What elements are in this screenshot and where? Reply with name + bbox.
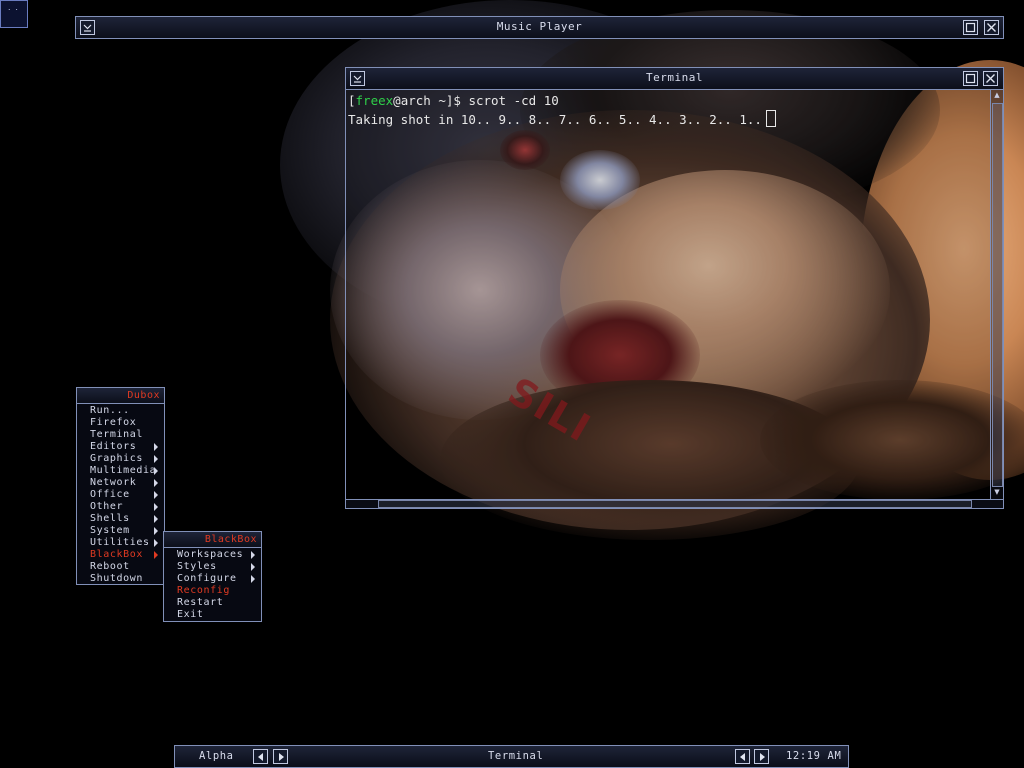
terminal-close-button[interactable] xyxy=(983,71,998,86)
menu-item-network[interactable]: Network xyxy=(90,477,136,489)
desktop[interactable]: SILI ˙ ˙ Music Player Terminal [freex@ar… xyxy=(0,0,1024,768)
triangle-right-icon xyxy=(279,753,284,761)
terminal-output: Taking shot in 10.. 9.. 8.. 7.. 6.. 5.. … xyxy=(348,112,762,127)
blackbox-submenu-title: BlackBox xyxy=(204,534,257,545)
terminal-vertical-scrollbar[interactable]: ▲ ▼ xyxy=(990,90,1003,499)
terminal-prompt-line: [freex@arch ~]$ scrot -cd 10 xyxy=(348,93,559,108)
root-menu-title: Dubox xyxy=(127,390,160,401)
menu-item-utilities[interactable]: Utilities xyxy=(90,537,150,549)
pager-window-indicator: ˙ ˙ xyxy=(7,9,19,19)
toolbar[interactable]: Alpha Terminal 12:19 AM xyxy=(174,745,849,768)
triangle-right-icon xyxy=(251,551,255,559)
next-workspace-button[interactable] xyxy=(273,749,288,764)
triangle-right-icon xyxy=(154,491,158,499)
menu-item-shells[interactable]: Shells xyxy=(90,513,130,525)
terminal-content[interactable]: [freex@arch ~]$ scrot -cd 10 Taking shot… xyxy=(345,90,1004,509)
prev-workspace-button[interactable] xyxy=(253,749,268,764)
triangle-right-icon xyxy=(154,515,158,523)
submenu-item-workspaces[interactable]: Workspaces xyxy=(177,549,243,561)
prev-window-button[interactable] xyxy=(735,749,750,764)
triangle-right-icon xyxy=(251,563,255,571)
focused-window-name[interactable]: Terminal xyxy=(488,750,543,762)
menu-item-run[interactable]: Run... xyxy=(90,405,130,417)
menu-item-graphics[interactable]: Graphics xyxy=(90,453,143,465)
triangle-right-icon xyxy=(154,467,158,475)
triangle-right-icon xyxy=(154,479,158,487)
blackbox-submenu[interactable]: BlackBox Workspaces Styles Configure Rec… xyxy=(163,531,262,622)
scrollbar-thumb[interactable] xyxy=(992,103,1003,487)
menu-item-other[interactable]: Other xyxy=(90,501,123,513)
triangle-right-icon xyxy=(154,503,158,511)
triangle-right-icon xyxy=(760,753,765,761)
triangle-right-icon xyxy=(251,575,255,583)
root-menu[interactable]: Dubox Run... Firefox Terminal Editors Gr… xyxy=(76,387,165,585)
menu-item-multimedia[interactable]: Multimedia xyxy=(90,465,156,477)
menu-item-firefox[interactable]: Firefox xyxy=(90,417,136,429)
root-menu-titlebar: Dubox xyxy=(77,388,164,404)
menu-item-system[interactable]: System xyxy=(90,525,130,537)
terminal-horizontal-scrollbar[interactable] xyxy=(346,499,1003,508)
prompt-user: freex xyxy=(355,93,394,108)
scroll-down-icon[interactable]: ▼ xyxy=(992,487,1002,498)
blackbox-submenu-titlebar: BlackBox xyxy=(164,532,261,548)
terminal-titlebar[interactable]: Terminal xyxy=(345,67,1004,90)
triangle-right-icon xyxy=(154,527,158,535)
menu-item-editors[interactable]: Editors xyxy=(90,441,136,453)
menu-item-office[interactable]: Office xyxy=(90,489,130,501)
menu-item-terminal[interactable]: Terminal xyxy=(90,429,143,441)
terminal-output-line: Taking shot in 10.. 9.. 8.. 7.. 6.. 5.. … xyxy=(348,110,776,127)
triangle-right-icon xyxy=(154,443,158,451)
workspace-name[interactable]: Alpha xyxy=(199,750,234,762)
workspace-pager[interactable]: ˙ ˙ xyxy=(0,0,28,28)
music-player-close-button[interactable] xyxy=(984,20,999,35)
menu-item-shutdown[interactable]: Shutdown xyxy=(90,573,143,585)
terminal-title: Terminal xyxy=(646,71,703,84)
triangle-right-icon xyxy=(154,539,158,547)
triangle-left-icon xyxy=(740,753,745,761)
submenu-item-configure[interactable]: Configure xyxy=(177,573,237,585)
submenu-item-exit[interactable]: Exit xyxy=(177,609,203,621)
horizontal-scrollbar-thumb[interactable] xyxy=(378,500,972,508)
submenu-item-styles[interactable]: Styles xyxy=(177,561,217,573)
music-player-titlebar[interactable]: Music Player xyxy=(75,16,1004,39)
close-icon xyxy=(987,23,996,32)
prompt-host: @arch ~]$ xyxy=(393,93,469,108)
next-window-button[interactable] xyxy=(754,749,769,764)
submenu-item-reconfig[interactable]: Reconfig xyxy=(177,585,230,597)
clock: 12:19 AM xyxy=(786,750,842,762)
maximize-icon xyxy=(965,22,976,33)
close-icon xyxy=(986,74,995,83)
scroll-up-icon[interactable]: ▲ xyxy=(992,90,1002,101)
prompt-bracket: [ xyxy=(348,93,356,108)
terminal-cursor xyxy=(765,110,776,127)
maximize-icon xyxy=(965,73,976,84)
triangle-left-icon xyxy=(258,753,263,761)
triangle-right-icon xyxy=(154,551,158,559)
music-player-title: Music Player xyxy=(496,20,583,33)
menu-item-reboot[interactable]: Reboot xyxy=(90,561,130,573)
submenu-item-restart[interactable]: Restart xyxy=(177,597,223,609)
menu-item-blackbox[interactable]: BlackBox xyxy=(90,549,143,561)
terminal-maximize-button[interactable] xyxy=(963,71,978,86)
prompt-command: scrot -cd 10 xyxy=(468,93,559,108)
triangle-right-icon xyxy=(154,455,158,463)
music-player-maximize-button[interactable] xyxy=(963,20,978,35)
